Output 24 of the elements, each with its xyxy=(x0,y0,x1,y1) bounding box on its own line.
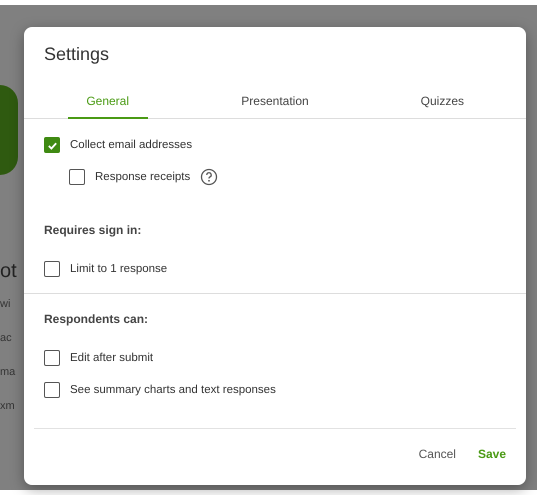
background-text: ma xyxy=(0,367,16,380)
checkbox-label: Response receipts xyxy=(95,171,190,183)
help-icon[interactable] xyxy=(200,168,218,186)
background-text: wi xyxy=(0,299,10,312)
checkbox[interactable] xyxy=(44,382,60,398)
checkbox-label: Limit to 1 response xyxy=(70,263,168,275)
checkbox-label: See summary charts and text responses xyxy=(70,384,276,396)
background-text: ac xyxy=(0,333,12,346)
checkbox[interactable] xyxy=(44,350,60,366)
tab[interactable]: Quizzes xyxy=(358,86,526,118)
checkbox-label: Collect email addresses xyxy=(70,139,192,151)
section-heading: Requires sign in: xyxy=(44,222,142,239)
cancel-button[interactable]: Cancel xyxy=(416,445,458,463)
background-text: xm xyxy=(0,401,15,414)
tab[interactable]: General xyxy=(24,86,192,118)
checkbox[interactable] xyxy=(44,261,60,277)
dialog-title: Settings xyxy=(43,43,110,66)
tab[interactable]: Presentation xyxy=(191,86,359,118)
save-button[interactable]: Save xyxy=(476,445,508,463)
checkbox-label: Edit after submit xyxy=(70,352,154,364)
checkbox[interactable] xyxy=(69,169,85,185)
checkbox[interactable] xyxy=(44,137,60,153)
background-text: ot xyxy=(0,261,17,284)
section-heading: Respondents can: xyxy=(44,311,150,328)
